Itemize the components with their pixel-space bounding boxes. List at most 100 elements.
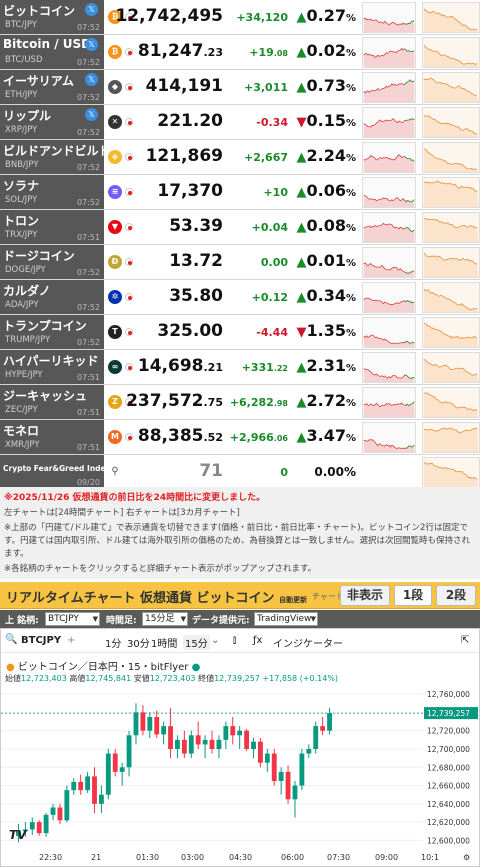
timeframe-select[interactable]: 15分足 bbox=[142, 612, 188, 626]
jp-flag-icon bbox=[125, 188, 133, 196]
jp-flag-icon bbox=[125, 118, 133, 126]
coin-name: モネロ bbox=[3, 424, 40, 438]
tf-15m[interactable]: 15分 bbox=[183, 635, 210, 650]
popout-icon[interactable]: ⇱ bbox=[461, 635, 469, 646]
sparkline-area bbox=[363, 154, 415, 172]
indicator-button[interactable]: インジケーター bbox=[273, 635, 343, 650]
chart-24h[interactable] bbox=[362, 72, 416, 103]
chart-24h[interactable] bbox=[362, 282, 416, 313]
gear-icon[interactable]: ⚙ bbox=[463, 853, 470, 862]
coin-name-cell: カルダノ ADA/JPY 07:52 bbox=[0, 280, 104, 314]
x-share-icon[interactable]: 𝕏 bbox=[85, 73, 98, 86]
chart-24h[interactable] bbox=[362, 387, 416, 418]
coin-pair: HYPE/JPY bbox=[5, 370, 43, 380]
sparkline-area bbox=[363, 118, 415, 137]
jp-flag-icon bbox=[125, 293, 133, 301]
chart-24h[interactable] bbox=[362, 352, 416, 383]
chart-3m[interactable] bbox=[422, 107, 480, 138]
change-percent: ▲0.06% bbox=[296, 181, 356, 200]
coin-name-cell: リップル XRP/JPY 07:52 𝕏 bbox=[0, 105, 104, 139]
chart-3m[interactable] bbox=[422, 37, 480, 68]
chart-3m[interactable] bbox=[422, 457, 480, 488]
arrow-up-icon: ▲ bbox=[296, 290, 307, 305]
update-time: 07:52 bbox=[76, 268, 100, 277]
tf-1m[interactable]: 1分 bbox=[105, 635, 121, 650]
chart-3m[interactable] bbox=[422, 177, 480, 208]
chart-24h[interactable] bbox=[362, 2, 416, 33]
indicator-icon[interactable]: ƒx bbox=[253, 635, 262, 646]
price-row[interactable]: トロン TRX/JPY 07:51 ▼ 53.39 +0.04 ▲0.08% bbox=[0, 210, 480, 245]
x-share-icon[interactable]: 𝕏 bbox=[85, 38, 98, 51]
one-row-button[interactable]: 1段 bbox=[394, 585, 432, 606]
chart-3m[interactable] bbox=[422, 142, 480, 173]
change-percent: ▲0.27% bbox=[296, 6, 356, 25]
chart-3m[interactable] bbox=[422, 2, 480, 33]
price-row[interactable]: Crypto Fear&Greed Index 09/20 ⚲ 71 0 0.00% bbox=[0, 455, 480, 491]
x-share-icon[interactable]: 𝕏 bbox=[85, 108, 98, 121]
chart-24h[interactable] bbox=[362, 107, 416, 138]
price-row[interactable]: ビルドアンドビルド BNB/JPY 07:52 ◈ 121,869 +2,667 ▲2.24… bbox=[0, 140, 480, 175]
candle-body bbox=[85, 776, 91, 791]
coin-pair: BTC/USD bbox=[5, 55, 43, 65]
price-row[interactable]: Bitcoin / USD BTC/USD 07:52 𝕏 ₿ 81,247.23 +19.… bbox=[0, 35, 480, 70]
candle-body bbox=[36, 822, 42, 834]
price-row[interactable]: モネロ XMR/JPY 07:51 M 88,385.52 +2,966.06 ▲3.47% bbox=[0, 420, 480, 455]
tf-1h[interactable]: 1時間 bbox=[151, 635, 177, 650]
price-row[interactable]: ハイパーリキッド HYPE/JPY 07:51 ∞ 14,698.21 +331.22 ▲2… bbox=[0, 350, 480, 385]
chart-24h[interactable] bbox=[362, 247, 416, 278]
price-row[interactable]: トランプコイン TRUMP/JPY 07:52 T 325.00 -4.44 ▼1.35% bbox=[0, 315, 480, 350]
tf-30m[interactable]: 30分 bbox=[127, 635, 150, 650]
candlestick-chart[interactable]: 12,600,000 12,620,000 12,640,000 12,660,000… bbox=[1, 685, 479, 845]
candle-body bbox=[320, 726, 326, 731]
chart-3m[interactable] bbox=[422, 352, 480, 383]
chart-24h[interactable] bbox=[362, 37, 416, 68]
chart-3m[interactable] bbox=[422, 212, 480, 243]
chart-3m[interactable] bbox=[422, 317, 480, 348]
price-row[interactable]: ビットコイン BTC/JPY 07:52 𝕏 ₿ 12,742,495 +34,120 ▲0.… bbox=[0, 0, 480, 35]
chart-3m[interactable] bbox=[422, 387, 480, 418]
add-symbol-icon[interactable]: + bbox=[67, 635, 75, 646]
coin-icon: M bbox=[108, 430, 122, 444]
chart-3m[interactable] bbox=[422, 422, 480, 453]
price-row[interactable]: カルダノ ADA/JPY 07:52 ✲ 35.80 +0.12 ▲0.34% bbox=[0, 280, 480, 315]
sparkline-area bbox=[363, 334, 415, 347]
price-row[interactable]: ソラナ SOL/JPY 07:52 ≡ 17,370 +10 ▲0.06% bbox=[0, 175, 480, 210]
candle-body bbox=[78, 781, 84, 791]
chart-24h[interactable] bbox=[362, 212, 416, 243]
realtime-chart-header: リアルタイムチャート 仮想通貨 ビットコイン 自動更新 チャート： 非表示 1段… bbox=[0, 582, 480, 609]
coin-pair: ADA/JPY bbox=[5, 300, 39, 310]
coin-name-cell: Bitcoin / USD BTC/USD 07:52 𝕏 bbox=[0, 35, 104, 69]
search-icon[interactable]: 🔍 bbox=[5, 634, 17, 645]
sparkline-area bbox=[423, 181, 479, 207]
arrow-up-icon: ▲ bbox=[296, 220, 307, 235]
x-share-icon[interactable]: 𝕏 bbox=[85, 3, 98, 16]
chart-3m[interactable] bbox=[422, 247, 480, 278]
tv-symbol[interactable]: BTCJPY bbox=[21, 635, 61, 646]
change-value: 0 bbox=[280, 466, 288, 479]
popup-note: ※各銘柄のチャートをクリックすると詳細チャート表示がポップアップされます。 bbox=[4, 564, 317, 574]
symbol-select[interactable]: BTCJPY bbox=[45, 612, 100, 626]
chart-24h[interactable] bbox=[362, 317, 416, 348]
chart-3m[interactable] bbox=[422, 72, 480, 103]
update-time: 07:51 bbox=[76, 233, 100, 242]
chart-24h[interactable] bbox=[362, 142, 416, 173]
tradingview-widget[interactable]: 🔍 BTCJPY + 1分 30分 1時間 15分 ⌄ ⫾ ƒx インジケーター… bbox=[0, 628, 480, 867]
coin-icon: ₿ bbox=[108, 45, 122, 59]
chart-3m[interactable] bbox=[422, 282, 480, 313]
chart-24h[interactable] bbox=[362, 422, 416, 453]
chart-type-icon[interactable]: ⫾ bbox=[233, 635, 236, 646]
chevron-down-icon[interactable]: ⌄ bbox=[211, 635, 219, 646]
hide-button[interactable]: 非表示 bbox=[340, 585, 390, 606]
coin-name-cell: Crypto Fear&Greed Index 09/20 bbox=[0, 455, 110, 489]
chart-24h[interactable] bbox=[362, 177, 416, 208]
price-row[interactable]: ジーキャッシュ ZEC/JPY 07:51 Z 237,572.75 +6,282.98 ▲… bbox=[0, 385, 480, 420]
currency-toggle-note: ※上部の「円建て/ドル建て」で表示通貨を切替できます(価格・前日比・前日比率・チ… bbox=[4, 523, 471, 559]
arrow-up-icon: ▲ bbox=[296, 185, 307, 200]
price-row[interactable]: イーサリアム ETH/JPY 07:52 𝕏 ◆ 414,191 +3,011 ▲0.73% bbox=[0, 70, 480, 105]
coin-name: Bitcoin / USD bbox=[3, 37, 92, 51]
price-row[interactable]: リップル XRP/JPY 07:52 𝕏 ✕ 221.20 -0.34 ▼0.15% bbox=[0, 105, 480, 140]
source-select[interactable]: TradingView bbox=[254, 612, 318, 626]
change-value: +34,120 bbox=[236, 11, 288, 24]
two-row-button[interactable]: 2段 bbox=[436, 585, 476, 606]
price-row[interactable]: ドージコイン DOGE/JPY 07:52 Ð 13.72 0.00 ▲0.01% bbox=[0, 245, 480, 280]
